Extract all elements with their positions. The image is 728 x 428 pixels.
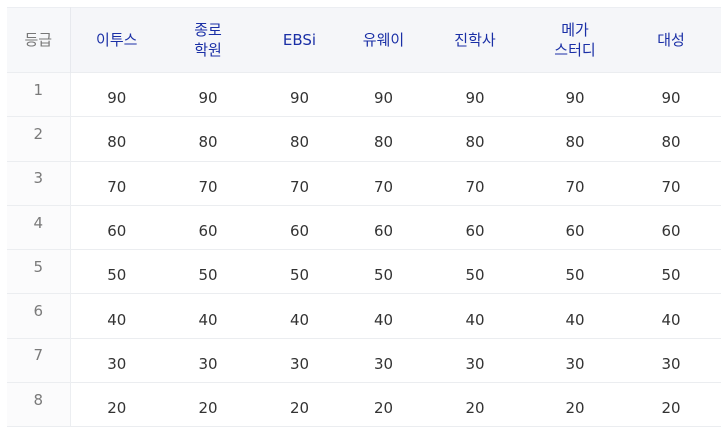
- score-cell: 40: [163, 293, 253, 339]
- score-cell: 60: [163, 204, 253, 250]
- column-header-label: 유웨이: [362, 31, 405, 49]
- grade-cell: 2: [7, 116, 71, 162]
- score-cell: 70: [529, 160, 621, 206]
- grade-cell: 6: [7, 293, 71, 339]
- column-header-daesung: 대성: [621, 7, 721, 73]
- table-row: 4 60 60 60 60 60 60 60: [7, 204, 721, 250]
- score-cell: 90: [253, 71, 346, 117]
- score-cell: 90: [621, 71, 721, 117]
- score-cell: 70: [163, 160, 253, 206]
- score-cell: 70: [253, 160, 346, 206]
- score-cell: 90: [163, 71, 253, 117]
- score-cell: 80: [529, 116, 621, 162]
- score-cell: 80: [163, 116, 253, 162]
- column-header-label: EBSi: [282, 31, 317, 49]
- grade-header-label: 등급: [24, 31, 53, 49]
- score-cell: 50: [421, 249, 529, 294]
- score-cell: 30: [621, 337, 721, 383]
- score-cell: 60: [421, 204, 529, 250]
- score-cell: 30: [346, 337, 421, 383]
- table-row: 5 50 50 50 50 50 50 50: [7, 249, 721, 294]
- table-row: 1 90 90 90 90 90 90 90: [7, 71, 721, 117]
- score-cell: 60: [621, 204, 721, 250]
- score-cell: 20: [529, 382, 621, 428]
- column-header-label: 이투스: [96, 31, 138, 49]
- grade-cutoff-table-container: 등급 이투스 종로 학원 EBSi 유웨이 진학사 메가 스터디 대성 1 90…: [7, 7, 721, 428]
- score-cell: 60: [70, 204, 163, 250]
- column-header-label: 진학사: [454, 31, 496, 49]
- score-cell: 20: [70, 382, 163, 428]
- column-header-uway: 유웨이: [346, 7, 421, 73]
- score-cell: 50: [621, 249, 721, 294]
- score-cell: 40: [70, 293, 163, 339]
- score-cell: 50: [346, 249, 421, 294]
- column-header-label: 대성: [657, 31, 685, 49]
- score-cell: 20: [253, 382, 346, 428]
- score-cell: 70: [346, 160, 421, 206]
- column-header-label-line1: 메가: [561, 21, 589, 39]
- score-cell: 80: [346, 116, 421, 162]
- score-cell: 40: [346, 293, 421, 339]
- score-cell: 40: [253, 293, 346, 339]
- score-cell: 30: [253, 337, 346, 383]
- score-cell: 30: [421, 337, 529, 383]
- score-cell: 30: [163, 337, 253, 383]
- column-header-label-line2: 학원: [194, 41, 222, 59]
- column-header-etoos: 이투스: [70, 7, 163, 73]
- column-header-jongro: 종로 학원: [163, 7, 253, 73]
- score-cell: 40: [421, 293, 529, 339]
- column-header-ebsi: EBSi: [253, 7, 346, 73]
- table-row: 2 80 80 80 80 80 80 80: [7, 116, 721, 162]
- header-row: 등급 이투스 종로 학원 EBSi 유웨이 진학사 메가 스터디 대성: [7, 7, 721, 73]
- score-cell: 90: [421, 71, 529, 117]
- score-cell: 90: [346, 71, 421, 117]
- score-cell: 80: [421, 116, 529, 162]
- score-cell: 60: [253, 204, 346, 250]
- table-row: 8 20 20 20 20 20 20 20: [7, 382, 721, 428]
- score-cell: 70: [621, 160, 721, 206]
- grade-cell: 8: [7, 382, 71, 428]
- score-cell: 90: [529, 71, 621, 117]
- score-cell: 20: [621, 382, 721, 428]
- score-cell: 40: [621, 293, 721, 339]
- grade-cutoff-table: 등급 이투스 종로 학원 EBSi 유웨이 진학사 메가 스터디 대성 1 90…: [7, 7, 721, 428]
- grade-cell: 4: [7, 204, 71, 250]
- score-cell: 40: [529, 293, 621, 339]
- column-header-jinhak: 진학사: [421, 7, 529, 73]
- score-cell: 70: [70, 160, 163, 206]
- grade-cell: 1: [7, 71, 71, 117]
- table-header: 등급 이투스 종로 학원 EBSi 유웨이 진학사 메가 스터디 대성: [7, 7, 721, 73]
- table-row: 6 40 40 40 40 40 40 40: [7, 293, 721, 339]
- grade-cell: 5: [7, 249, 71, 294]
- score-cell: 50: [70, 249, 163, 294]
- score-cell: 80: [253, 116, 346, 162]
- column-header-label-line1: 종로: [194, 21, 222, 39]
- column-header-label-line2: 스터디: [554, 41, 596, 59]
- score-cell: 30: [70, 337, 163, 383]
- score-cell: 50: [163, 249, 253, 294]
- table-row: 7 30 30 30 30 30 30 30: [7, 337, 721, 383]
- score-cell: 90: [70, 71, 163, 117]
- table-row: 3 70 70 70 70 70 70 70: [7, 160, 721, 206]
- table-body: 1 90 90 90 90 90 90 90 2 80 80 80 80 80 …: [7, 71, 721, 428]
- score-cell: 20: [163, 382, 253, 428]
- grade-cell: 7: [7, 337, 71, 383]
- column-header-megastudy: 메가 스터디: [529, 7, 621, 73]
- score-cell: 60: [529, 204, 621, 250]
- score-cell: 20: [421, 382, 529, 428]
- grade-column-header: 등급: [7, 7, 71, 73]
- score-cell: 20: [346, 382, 421, 428]
- score-cell: 80: [70, 116, 163, 162]
- score-cell: 60: [346, 204, 421, 250]
- grade-cell: 3: [7, 160, 71, 206]
- score-cell: 30: [529, 337, 621, 383]
- score-cell: 70: [421, 160, 529, 206]
- score-cell: 50: [529, 249, 621, 294]
- score-cell: 80: [621, 116, 721, 162]
- score-cell: 50: [253, 249, 346, 294]
